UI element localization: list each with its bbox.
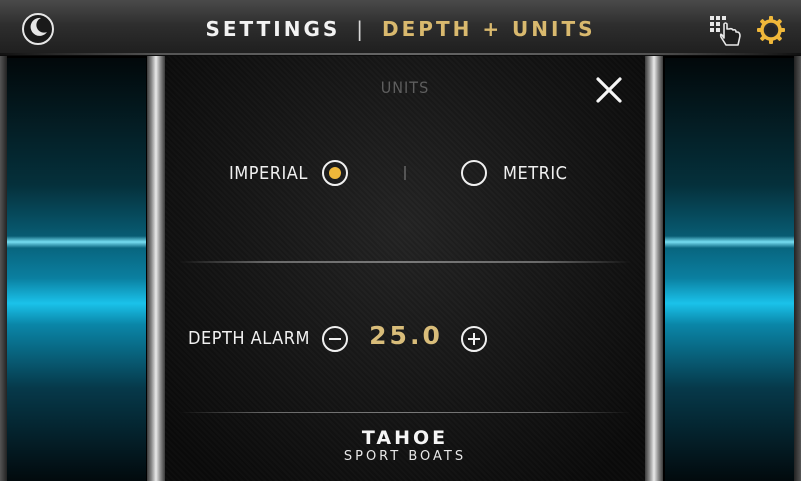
metric-label[interactable]: METRIC [503,163,567,184]
left-accent-panel [7,58,146,481]
touch-keypad-icon [708,16,744,52]
units-divider [404,166,406,180]
right-glow-line [665,236,794,248]
title-settings: SETTINGS [205,17,341,41]
imperial-label[interactable]: IMPERIAL [229,163,308,184]
depth-alarm-increment-button[interactable] [461,326,487,352]
depth-alarm-value: 25.0 [369,321,443,350]
radio-selected-dot [329,167,341,179]
depth-alarm-decrement-button[interactable] [322,326,348,352]
logo-sub-text: SPORT BOATS [343,449,467,464]
imperial-radio[interactable] [322,160,348,186]
section-divider [179,261,631,263]
settings-gear-button[interactable] [755,14,787,46]
left-edge [0,56,7,481]
footer-divider [179,412,631,413]
right-accent-panel [665,58,794,481]
logo-main-text: TAHOE [361,427,449,449]
close-button[interactable] [595,76,623,104]
page-title: SETTINGS | DEPTH + UNITS [0,17,801,41]
right-edge [794,56,801,481]
left-chrome-bar [147,56,165,481]
title-depth-units: DEPTH + UNITS [382,17,596,41]
units-heading: UNITS [380,78,430,97]
settings-panel: UNITS IMPERIAL METRIC DEPTH ALARM 25.0 T… [165,56,645,481]
metric-radio[interactable] [461,160,487,186]
header-bar: SETTINGS | DEPTH + UNITS [0,0,801,56]
depth-alarm-label: DEPTH ALARM [188,328,310,349]
gear-icon [755,16,787,50]
tahoe-logo: TAHOE SPORT BOATS [305,428,505,466]
title-separator: | [356,17,367,41]
right-chrome-bar [645,56,663,481]
close-icon [595,77,623,108]
touch-keypad-button[interactable] [708,12,744,48]
left-glow-line [7,236,146,248]
